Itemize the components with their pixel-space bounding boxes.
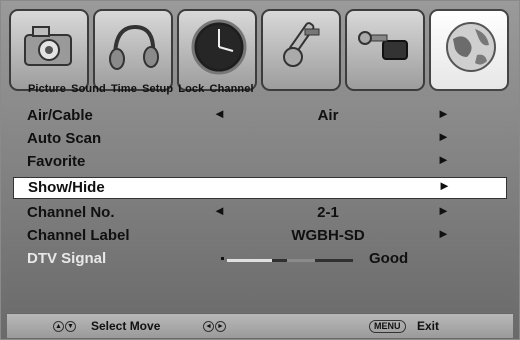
menu-item-show-hide[interactable]: Show/Hide ► — [13, 177, 507, 199]
tv-osd-frame: Picture Sound Time Setup Lock Channel Ai… — [0, 0, 520, 340]
tab-channel[interactable] — [429, 9, 509, 91]
right-arrow-icon[interactable]: ► — [437, 203, 450, 218]
menu-item-auto-scan[interactable]: Auto Scan ► — [13, 128, 507, 150]
channel-menu-panel: Air/Cable ◄ Air ► Auto Scan ► Favorite ►… — [7, 97, 513, 311]
menu-item-label: DTV Signal — [27, 250, 107, 267]
tools-icon — [283, 22, 320, 67]
menu-item-label: Show/Hide — [28, 179, 105, 196]
leftright-keys-icon: ◄ ► — [203, 319, 227, 333]
tab-label-sound[interactable]: Sound — [71, 83, 106, 95]
left-key-icon: ◄ — [203, 321, 214, 333]
menu-item-label: Channel Label — [27, 227, 130, 244]
signal-strength-bar — [221, 257, 353, 262]
select-move-hint: Select Move — [91, 319, 161, 333]
menu-item-label: Air/Cable — [27, 107, 93, 124]
signal-bar-start-tick — [221, 257, 224, 260]
menu-tab-strip: Picture Sound Time Setup Lock Channel — [7, 5, 515, 95]
right-arrow-icon[interactable]: ► — [437, 106, 450, 121]
menu-item-channel-no[interactable]: Channel No. ◄ 2-1 ► — [13, 202, 507, 224]
menu-item-favorite[interactable]: Favorite ► — [13, 151, 507, 173]
tab-label-setup[interactable]: Setup — [142, 83, 173, 95]
tab-label-time[interactable]: Time — [111, 83, 137, 95]
tab-lock[interactable] — [345, 9, 425, 91]
left-arrow-icon[interactable]: ◄ — [213, 106, 226, 121]
tab-picture[interactable] — [9, 9, 89, 91]
tab-sound[interactable] — [93, 9, 173, 91]
footer-help-bar: ▲ ▼ Select Move ◄ ► MENU Exit — [7, 313, 513, 338]
headphones-icon — [109, 24, 159, 70]
menu-key-icon: MENU — [369, 319, 406, 334]
signal-strength-mid — [287, 259, 315, 262]
menu-item-channel-label[interactable]: Channel Label WGBH-SD ► — [13, 225, 507, 247]
left-arrow-icon[interactable]: ◄ — [213, 203, 226, 218]
menu-item-label: Channel No. — [27, 204, 115, 221]
camera-icon — [24, 26, 72, 66]
tab-label-picture[interactable]: Picture — [28, 83, 66, 95]
air-cable-value: Air — [317, 107, 339, 124]
tab-labels-row: Picture Sound Time Setup Lock Channel — [28, 83, 256, 95]
menu-key-label: MENU — [369, 320, 406, 334]
menu-item-air-cable[interactable]: Air/Cable ◄ Air ► — [13, 105, 507, 127]
up-key-icon: ▲ — [53, 321, 64, 333]
right-arrow-icon[interactable]: ► — [437, 226, 450, 241]
menu-item-label: Auto Scan — [27, 130, 102, 147]
tab-time[interactable] — [177, 9, 257, 91]
tab-label-channel[interactable]: Channel — [210, 83, 254, 95]
key-lock-icon — [358, 31, 408, 60]
right-arrow-icon[interactable]: ► — [437, 152, 450, 167]
menu-item-dtv-signal: DTV Signal Good — [13, 248, 507, 270]
down-key-icon: ▼ — [65, 321, 76, 333]
right-key-icon: ► — [215, 321, 226, 333]
exit-hint: Exit — [417, 319, 440, 333]
globe-icon — [446, 22, 496, 72]
right-arrow-icon[interactable]: ► — [437, 129, 450, 144]
right-arrow-icon[interactable]: ► — [438, 178, 451, 193]
tab-label-lock[interactable]: Lock — [178, 83, 204, 95]
clock-icon — [191, 19, 247, 75]
menu-item-label: Favorite — [27, 153, 86, 170]
signal-quality-value: Good — [369, 250, 409, 267]
channel-label-value: WGBH-SD — [291, 227, 365, 244]
updown-keys-icon: ▲ ▼ — [53, 319, 77, 333]
signal-strength-fill — [227, 259, 272, 262]
channel-no-value: 2-1 — [317, 204, 339, 221]
tab-setup[interactable] — [261, 9, 341, 91]
